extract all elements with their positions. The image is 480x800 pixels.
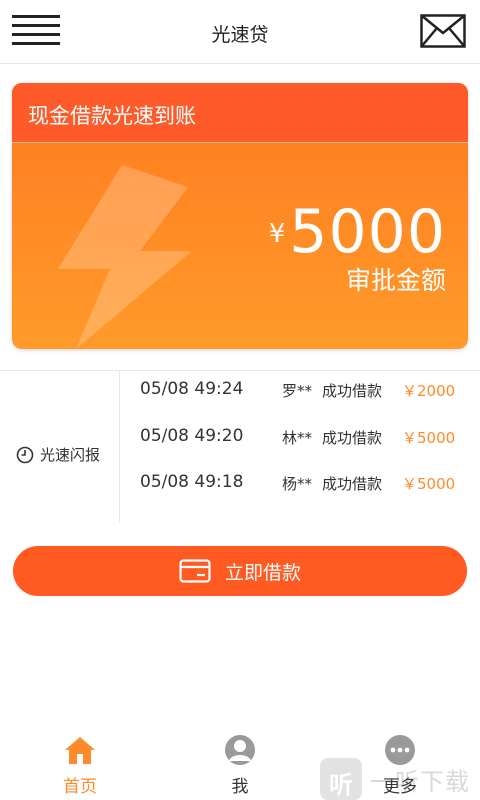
mail-envelope-icon[interactable] [420,14,466,48]
borrow-now-label: 立即借款 [224,561,301,584]
approval-amount: ¥5000 [269,201,446,263]
watermark-text: 一听下载 [370,768,470,796]
report-action: 成功借款 [322,429,383,447]
flash-report-label: 光速闪报 [40,446,101,464]
page-title: 光速贷 [211,24,269,46]
tab-me-label: 我 [231,777,249,797]
hero-headline: 现金借款光速到账 [28,104,196,128]
report-amount: ￥2000 [402,382,456,400]
app-header: 光速贷 [0,0,480,64]
report-amount: ￥5000 [402,475,456,493]
currency-symbol: ¥ [268,219,286,249]
hero-card[interactable]: 现金借款光速到账 ¥5000 审批金额 [12,83,468,349]
tab-home[interactable]: 首页 [30,730,130,800]
report-action: 成功借款 [322,475,383,493]
amount-value: 5000 [289,197,446,267]
flash-report: 光速闪报 05/08 49:24 罗** 成功借款 ￥2000 05/08 49… [0,370,480,523]
lightning-bolt-icon [52,165,202,349]
watermark-badge-text: 听 [329,771,353,799]
report-name: 罗** [282,382,313,400]
home-icon [65,737,95,764]
watermark: 听 一听下载 [320,754,480,800]
borrow-now-button[interactable]: 立即借款 [13,546,467,596]
tab-home-label: 首页 [63,777,97,797]
report-action: 成功借款 [322,382,383,400]
list-item: 05/08 49:18 杨** 成功借款 ￥5000 [140,468,470,493]
watermark-logo-icon: 听 [320,758,362,800]
report-time: 05/08 49:24 [140,379,244,399]
clock-icon [16,446,34,463]
flash-report-label-wrap: 光速闪报 [16,444,100,465]
flash-report-header: 光速闪报 [0,371,120,523]
report-amount: ￥5000 [402,429,456,447]
list-item: 05/08 49:24 罗** 成功借款 ￥2000 [140,375,470,400]
report-time: 05/08 49:18 [140,472,244,492]
card-icon [179,559,211,583]
amount-label: 审批金额 [345,266,446,295]
report-name: 杨** [282,475,313,493]
list-item: 05/08 49:20 林** 成功借款 ￥5000 [140,422,470,447]
hero-header: 现金借款光速到账 [12,83,468,143]
tab-me[interactable]: 我 [190,730,290,800]
report-name: 林** [282,429,313,447]
user-avatar-icon [225,735,255,765]
report-time: 05/08 49:20 [140,426,244,446]
